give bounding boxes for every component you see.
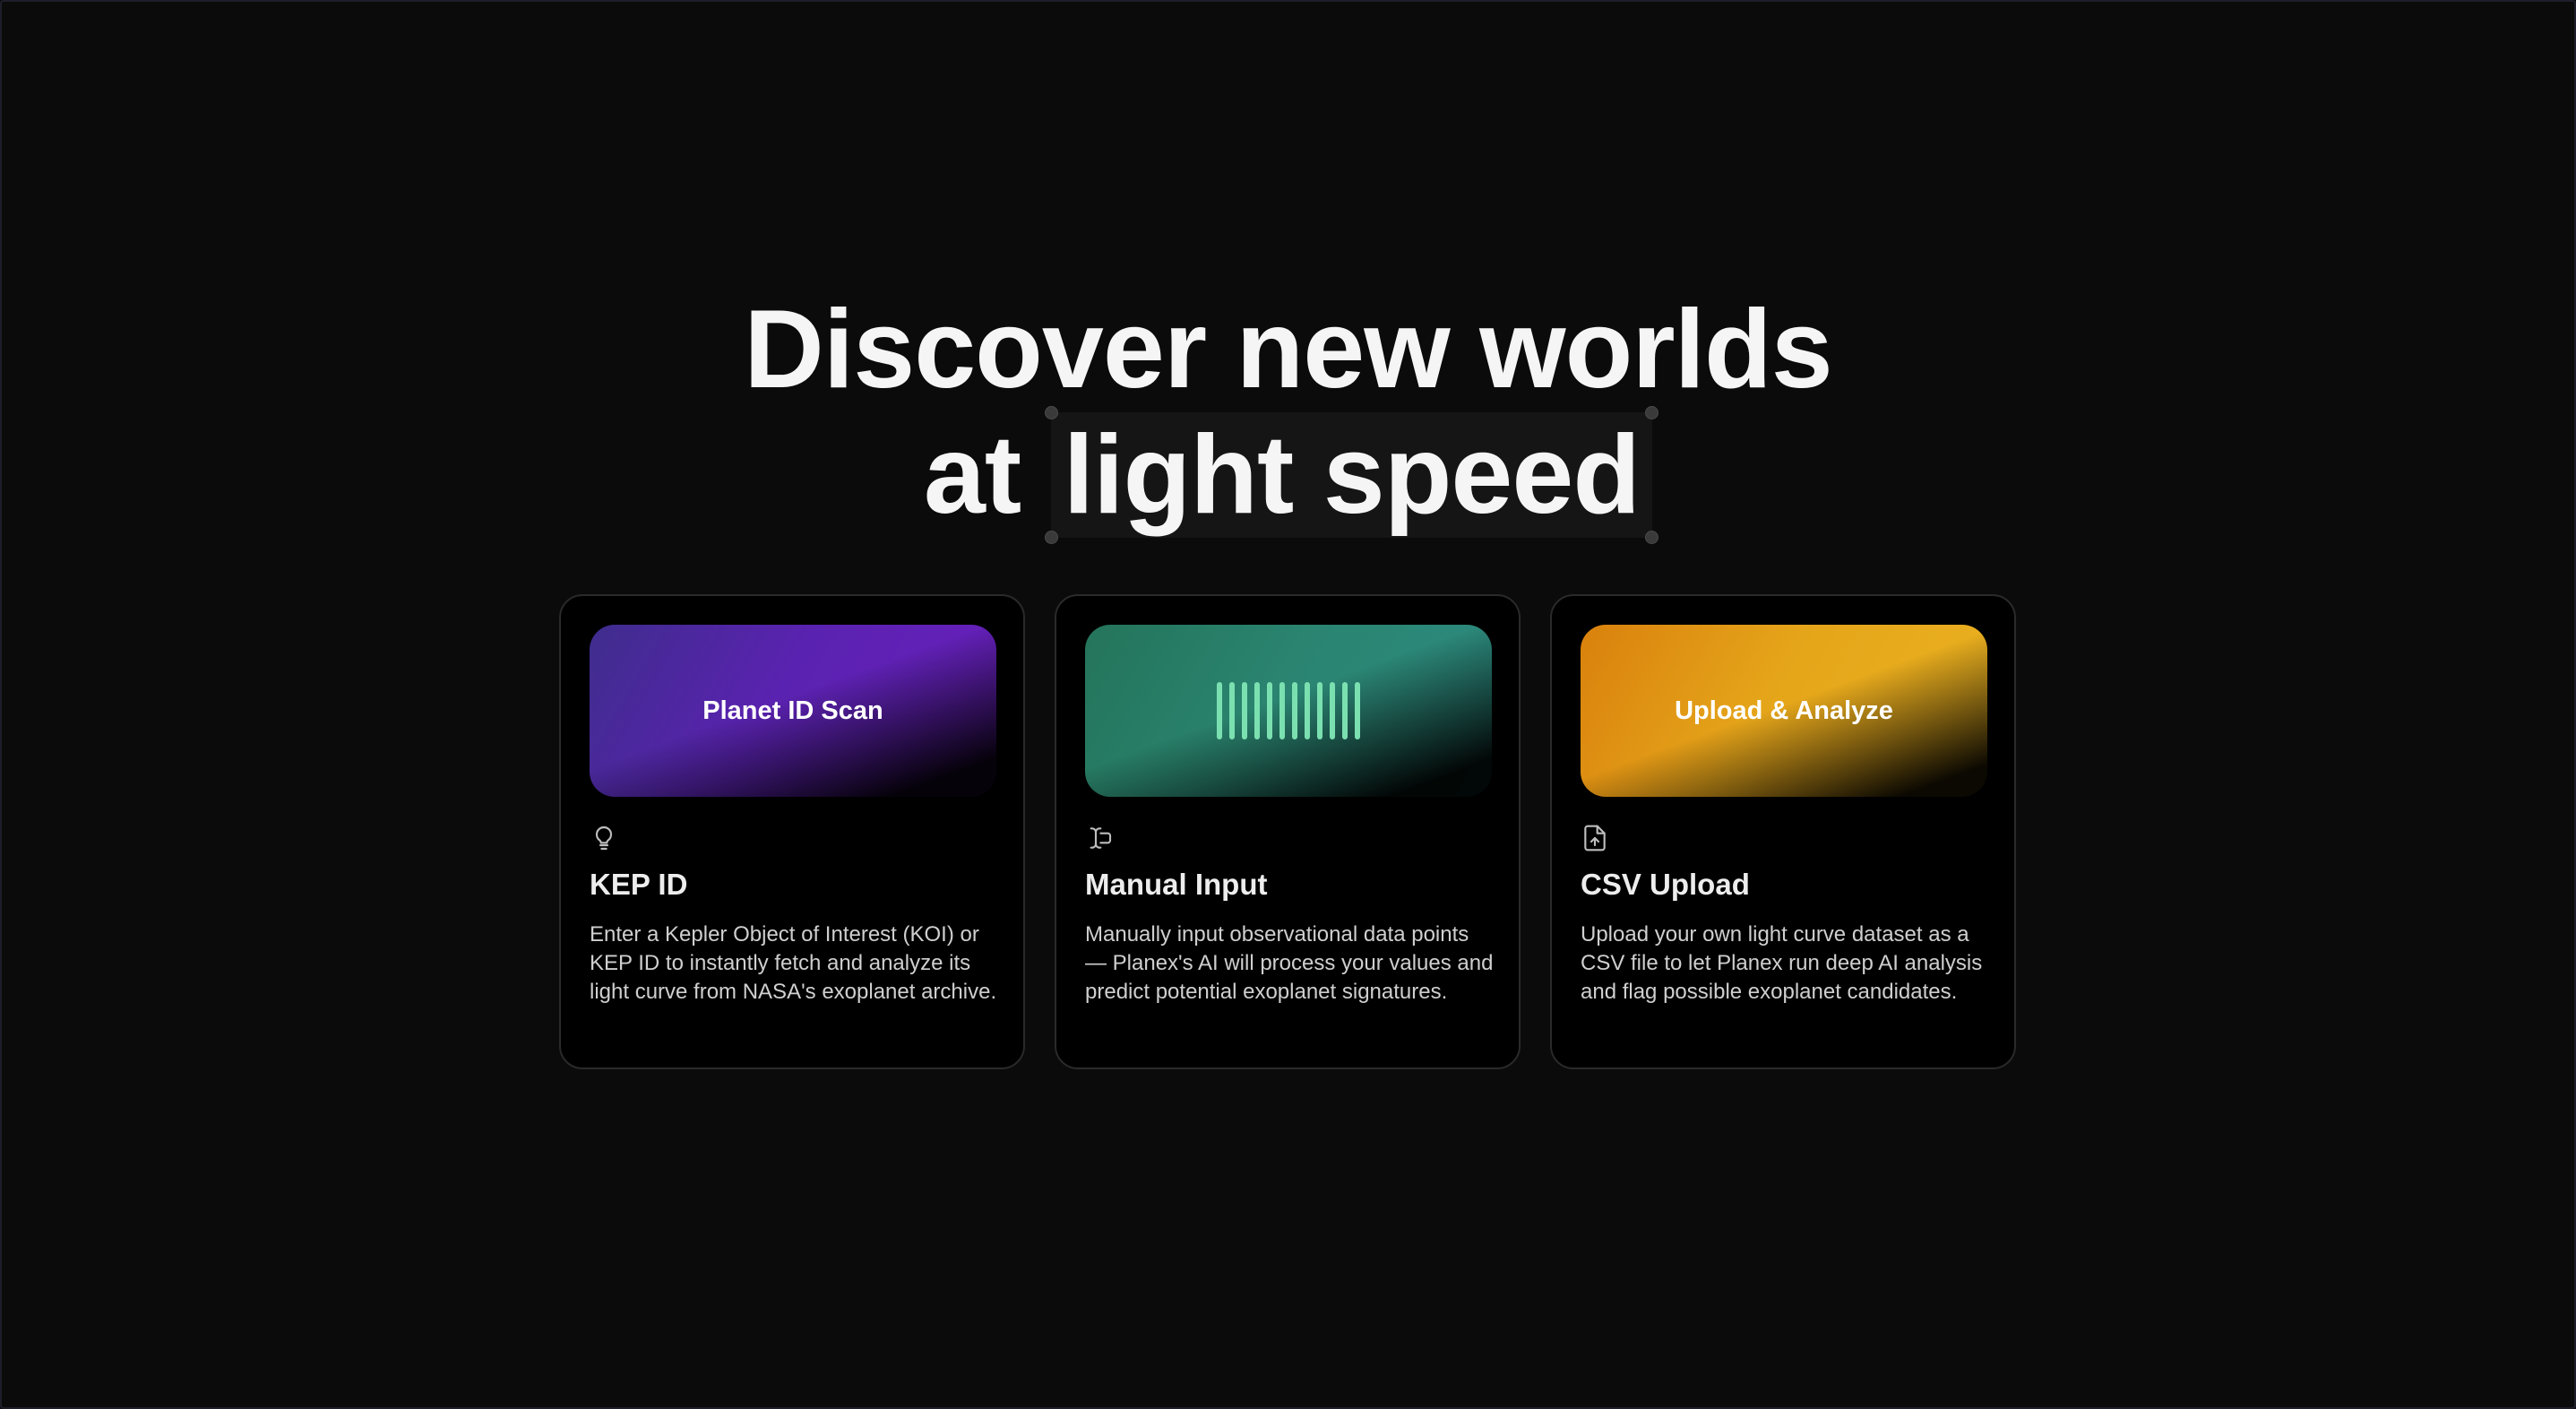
bar (1279, 682, 1285, 739)
text-cursor-input-icon (1090, 827, 1112, 849)
card-banner-upload-analyze: Upload & Analyze (1581, 625, 1987, 797)
card-kep-id[interactable]: Planet ID Scan KEP ID Enter a Kepler Obj… (559, 594, 1025, 1069)
card-manual-input[interactable]: Manual Input Manually input observationa… (1055, 594, 1521, 1069)
hero-line-2: at light speed (0, 406, 2576, 544)
bar (1330, 682, 1335, 739)
card-title: KEP ID (590, 868, 688, 901)
resize-handle-top-right[interactable] (1645, 406, 1659, 419)
bar (1267, 682, 1272, 739)
card-banner-planet-id-scan: Planet ID Scan (590, 625, 996, 797)
bar (1254, 682, 1260, 739)
hero-line-1: Discover new worlds (744, 288, 1833, 411)
bar (1242, 682, 1247, 739)
card-csv-upload[interactable]: Upload & Analyze CSV Upload Upload your … (1550, 594, 2016, 1069)
bar (1355, 682, 1360, 739)
bar (1292, 682, 1297, 739)
bar (1305, 682, 1310, 739)
card-description: Upload your own light curve dataset as a… (1581, 922, 1983, 1004)
hero-highlight-selection[interactable]: light speed (1044, 406, 1659, 544)
hero-heading: Discover new worlds at light speed (0, 287, 2576, 544)
card-description: Manually input observational data points… (1085, 922, 1494, 1004)
input-bars-graphic (1217, 682, 1360, 739)
resize-handle-bottom-left[interactable] (1044, 531, 1058, 544)
card-title: Manual Input (1085, 868, 1268, 901)
banner-label: Upload & Analyze (1675, 696, 1893, 725)
lightbulb-icon (595, 826, 613, 851)
file-upload-icon (1584, 825, 1606, 851)
card-banner-manual-input (1085, 625, 1492, 797)
bar (1342, 682, 1348, 739)
feature-cards: Planet ID Scan KEP ID Enter a Kepler Obj… (559, 594, 2021, 1069)
bar (1217, 682, 1222, 739)
card-title: CSV Upload (1581, 868, 1750, 901)
banner-label: Planet ID Scan (702, 696, 883, 725)
card-description: Enter a Kepler Object of Interest (KOI) … (590, 922, 997, 1004)
bar (1229, 682, 1235, 739)
resize-handle-top-left[interactable] (1044, 406, 1058, 419)
hero-prefix: at (923, 413, 1021, 537)
bar (1317, 682, 1322, 739)
hero-highlight-text: light speed (1063, 413, 1641, 537)
